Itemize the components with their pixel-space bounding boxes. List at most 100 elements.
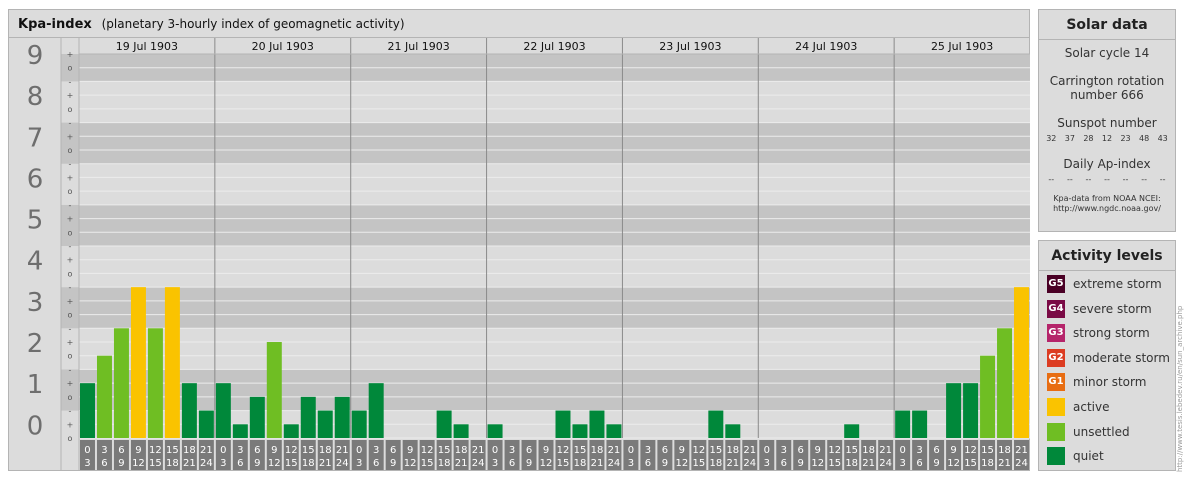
kp-bar (334, 396, 350, 438)
y-minor-label: o (68, 434, 73, 443)
time-slot-end: 3 (356, 458, 362, 469)
kp-bar (606, 424, 622, 438)
activity-level-quiet: quiet (1047, 446, 1104, 466)
ap-value-0: -- (1048, 175, 1055, 184)
time-slot-start: 12 (149, 445, 162, 456)
kp-bar (164, 287, 180, 438)
y-minor-label: - (69, 119, 72, 128)
y-minor-label: + (67, 50, 74, 59)
sunspot-value-1: 37 (1064, 134, 1075, 143)
day-label: 19 Jul 1903 (116, 40, 178, 53)
ap-index-label: Daily Ap-index (1063, 157, 1151, 171)
time-slot-end: 3 (220, 458, 226, 469)
y-tick-label: 3 (27, 288, 44, 318)
time-slot-end: 12 (404, 458, 417, 469)
time-slot-end: 9 (118, 458, 124, 469)
y-tick-label: 7 (27, 123, 44, 153)
time-slot-end: 12 (540, 458, 553, 469)
y-tick-label: 5 (27, 206, 44, 236)
time-slot-end: 15 (964, 458, 977, 469)
time-slot-start: 0 (220, 445, 226, 456)
sunspot-value-4: 23 (1120, 134, 1131, 143)
activity-level-active: active (1047, 397, 1109, 417)
activity-level-label: strong storm (1073, 326, 1150, 341)
y-minor-label: + (67, 420, 74, 429)
time-slot-start: 3 (373, 445, 379, 456)
kp-bar (997, 328, 1013, 438)
solar-data-title: Solar data (1039, 10, 1175, 40)
time-slot-end: 21 (455, 458, 468, 469)
time-slot-start: 3 (916, 445, 922, 456)
kp-bar (980, 355, 996, 438)
time-slot-start: 0 (628, 445, 634, 456)
time-slot-start: 0 (899, 445, 905, 456)
time-slot-end: 21 (319, 458, 332, 469)
activity-level-severe-storm: G4 severe storm (1047, 299, 1152, 319)
y-minor-label: + (67, 297, 74, 306)
time-slot-start: 15 (981, 445, 994, 456)
grid-band (61, 122, 1030, 164)
time-slot-start: 15 (438, 445, 451, 456)
ap-value-5: -- (1141, 175, 1147, 184)
y-tick-label: 6 (27, 164, 44, 194)
time-slot-start: 0 (764, 445, 770, 456)
time-slot-start: 9 (407, 445, 413, 456)
y-minor-label: + (67, 215, 74, 224)
activity-level-moderate-storm: G2 moderate storm (1047, 348, 1170, 368)
y-minor-label: o (68, 269, 73, 278)
day-label: 24 Jul 1903 (795, 40, 857, 53)
kp-bar (283, 424, 299, 438)
time-slot-start: 6 (254, 445, 260, 456)
time-slot-end: 15 (149, 458, 162, 469)
activity-level-label: extreme storm (1073, 277, 1162, 291)
time-slot-end: 24 (743, 458, 756, 469)
time-slot-end: 18 (166, 458, 179, 469)
activity-level-strong-storm: G3 strong storm (1047, 323, 1150, 343)
time-slot-start: 6 (390, 445, 396, 456)
time-slot-end: 6 (645, 458, 651, 469)
activity-level-swatch (1047, 398, 1065, 416)
y-minor-label: + (67, 256, 74, 265)
time-slot-end: 15 (557, 458, 570, 469)
y-minor-label: o (68, 393, 73, 402)
activity-level-swatch (1047, 422, 1065, 441)
time-slot-end: 18 (709, 458, 722, 469)
time-slot-start: 18 (183, 445, 196, 456)
y-minor-label: - (69, 407, 72, 416)
kpa-chart-panel: Kpa-index (planetary 3-hourly index of g… (8, 9, 1030, 471)
time-slot-end: 3 (628, 458, 634, 469)
carrington-line-2: number 666 (1070, 88, 1144, 102)
time-slot-start: 21 (608, 445, 621, 456)
y-minor-label: + (67, 379, 74, 388)
time-slot-start: 3 (781, 445, 787, 456)
time-slot-start: 18 (862, 445, 875, 456)
time-slot-start: 18 (726, 445, 739, 456)
time-slot-end: 18 (574, 458, 587, 469)
day-label: 25 Jul 1903 (931, 40, 993, 53)
time-slot-end: 24 (472, 458, 485, 469)
sunspot-value-5: 48 (1139, 134, 1150, 143)
time-slot-end: 6 (781, 458, 787, 469)
kp-bar (453, 424, 469, 438)
time-slot-start: 21 (743, 445, 756, 456)
ap-value-2: -- (1085, 175, 1092, 184)
y-tick-label: 0 (27, 411, 44, 441)
time-slot-start: 3 (645, 445, 651, 456)
time-slot-end: 15 (692, 458, 705, 469)
grid-band (61, 328, 1030, 370)
y-minor-label: - (69, 160, 72, 169)
time-slot-start: 15 (845, 445, 858, 456)
y-minor-label: o (68, 146, 73, 155)
time-slot-end: 15 (285, 458, 298, 469)
sunspot-value-6: 43 (1157, 134, 1168, 143)
kp-bar (130, 287, 146, 438)
sunspot-value-0: 32 (1046, 134, 1057, 143)
time-slot-start: 21 (336, 445, 349, 456)
kp-bar (555, 410, 571, 438)
time-slot-start: 18 (319, 445, 332, 456)
time-slot-end: 21 (862, 458, 875, 469)
time-slot-end: 6 (509, 458, 515, 469)
activity-level-swatch: G4 (1047, 299, 1065, 318)
y-minor-label: - (69, 242, 72, 251)
kpa-bar-chart: 0123456789o+o+-o+-o+-o+-o+-o+-o+-o+-o+-1… (27, 38, 1030, 471)
